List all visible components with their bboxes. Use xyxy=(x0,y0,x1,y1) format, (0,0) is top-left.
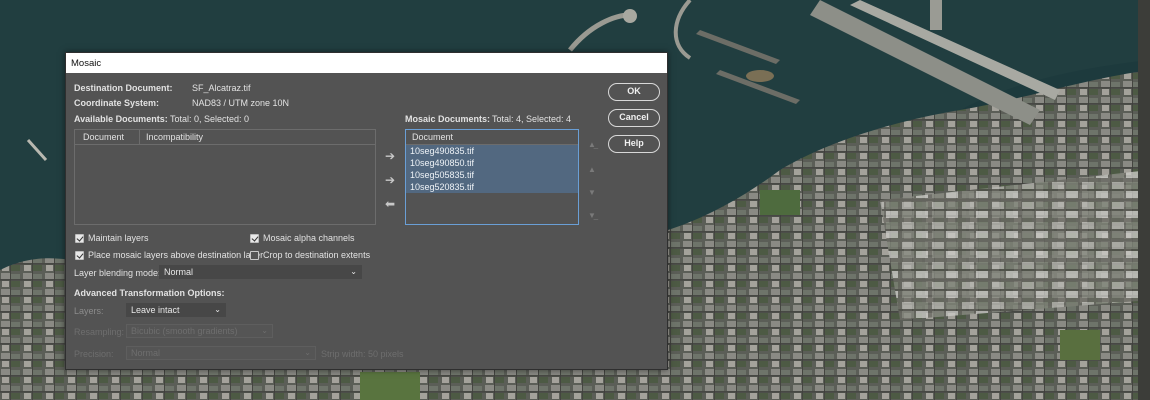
resampling-value: Bicubic (smooth gradients) xyxy=(131,326,238,336)
available-documents-label: Available Documents: xyxy=(74,114,168,124)
available-documents-counts: Total: 0, Selected: 0 xyxy=(170,114,250,124)
crop-destination-label: Crop to destination extents xyxy=(263,250,371,260)
blend-mode-label: Layer blending mode: xyxy=(74,268,161,278)
list-item[interactable]: 10seg490850.tif xyxy=(406,157,578,169)
destination-value: SF_Alcatraz.tif xyxy=(192,83,251,93)
mosaic-alpha-label: Mosaic alpha channels xyxy=(263,233,355,243)
strip-width-label: Strip width: 50 pixels xyxy=(321,349,404,359)
advanced-options-heading: Advanced Transformation Options: xyxy=(74,288,225,298)
list-item[interactable]: 10seg490835.tif xyxy=(406,145,578,157)
layers-select[interactable]: Leave intact ⌄ xyxy=(126,303,226,317)
help-button[interactable]: Help xyxy=(608,135,660,153)
precision-select: Normal ⌄ xyxy=(126,346,316,360)
arrow-right-icon[interactable]: ➔ xyxy=(385,174,395,186)
place-above-label: Place mosaic layers above destination la… xyxy=(88,250,264,260)
move-up-icon[interactable]: ▲ xyxy=(588,164,596,176)
layers-value: Leave intact xyxy=(131,305,180,315)
column-divider xyxy=(139,130,140,145)
chevron-down-icon: ⌄ xyxy=(350,267,357,276)
maintain-layers-label: Maintain layers xyxy=(88,233,149,243)
move-bottom-icon[interactable]: ▼̲ xyxy=(588,210,596,222)
column-header-document[interactable]: Document xyxy=(83,132,124,142)
mosaic-dialog: Mosaic Destination Document: SF_Alcatraz… xyxy=(65,52,668,370)
arrow-right-icon[interactable]: ➔ xyxy=(385,150,395,162)
layers-label: Layers: xyxy=(74,306,104,316)
column-header-document[interactable]: Document xyxy=(412,132,453,142)
mosaic-documents-counts: Total: 4, Selected: 4 xyxy=(492,114,572,124)
coordinate-label: Coordinate System: xyxy=(74,98,160,108)
resampling-label: Resampling: xyxy=(74,327,125,337)
resampling-select: Bicubic (smooth gradients) ⌄ xyxy=(126,324,273,338)
coordinate-value: NAD83 / UTM zone 10N xyxy=(192,98,290,108)
available-list-header: Document Incompatibility xyxy=(75,130,375,145)
chevron-down-icon: ⌄ xyxy=(304,348,311,357)
chevron-down-icon: ⌄ xyxy=(214,305,221,314)
chevron-down-icon: ⌄ xyxy=(261,326,268,335)
blend-mode-select[interactable]: Normal ⌄ xyxy=(159,265,362,279)
crop-destination-checkbox[interactable] xyxy=(250,251,259,260)
list-item[interactable]: 10seg505835.tif xyxy=(406,169,578,181)
mosaic-documents-list[interactable]: Document 10seg490835.tif 10seg490850.tif… xyxy=(405,129,579,225)
arrow-left-icon[interactable]: ⬅ xyxy=(385,198,395,210)
ok-button[interactable]: OK xyxy=(608,83,660,101)
available-documents-list[interactable]: Document Incompatibility xyxy=(74,129,376,225)
move-down-icon[interactable]: ▼ xyxy=(588,187,596,199)
mosaic-list-header: Document xyxy=(406,130,578,145)
precision-value: Normal xyxy=(131,348,161,358)
mosaic-alpha-checkbox[interactable] xyxy=(250,234,259,243)
column-header-incompatibility[interactable]: Incompatibility xyxy=(146,132,203,142)
blend-mode-value: Normal xyxy=(164,267,194,277)
destination-label: Destination Document: xyxy=(74,83,173,93)
list-item[interactable]: 10seg520835.tif xyxy=(406,181,578,193)
precision-label: Precision: xyxy=(74,349,114,359)
dialog-title: Mosaic xyxy=(71,58,102,69)
move-top-icon[interactable]: ▲̲ xyxy=(588,139,596,151)
cancel-button[interactable]: Cancel xyxy=(608,109,660,127)
place-above-checkbox[interactable] xyxy=(75,251,84,260)
maintain-layers-checkbox[interactable] xyxy=(75,234,84,243)
dialog-title-bar[interactable]: Mosaic xyxy=(66,53,667,73)
mosaic-documents-label: Mosaic Documents: xyxy=(405,114,491,124)
